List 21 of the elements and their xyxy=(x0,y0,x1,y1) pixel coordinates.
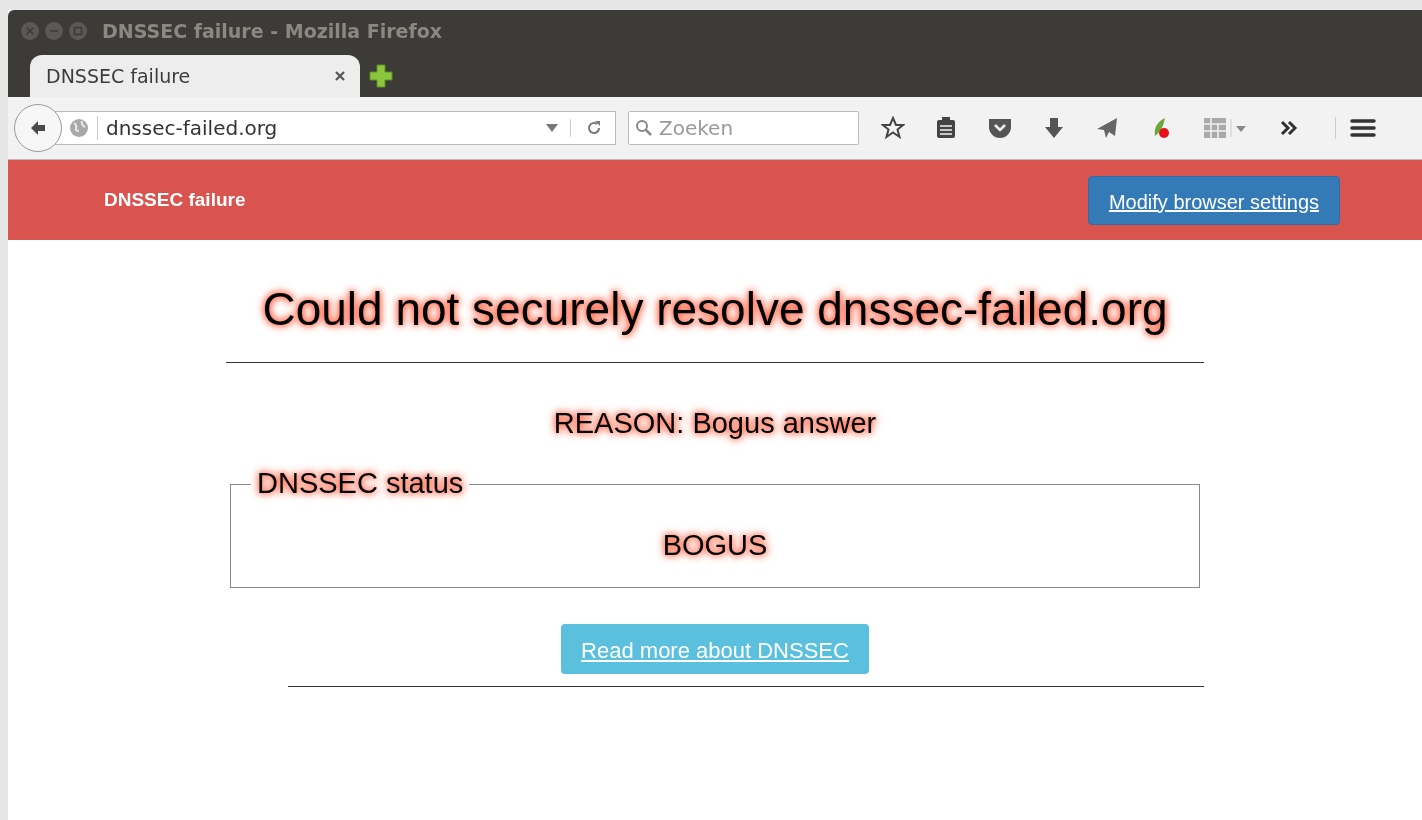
clipboard-icon[interactable] xyxy=(935,116,957,140)
browser-tab[interactable]: DNSSEC failure xyxy=(30,55,360,97)
download-icon[interactable] xyxy=(1043,116,1065,140)
globe-icon xyxy=(69,118,89,138)
menu-icon[interactable] xyxy=(1335,117,1376,139)
page-title: DNSSEC failure xyxy=(104,189,246,211)
grid-icon[interactable] xyxy=(1203,116,1249,140)
dropdown-icon[interactable] xyxy=(546,124,558,132)
back-button[interactable] xyxy=(14,104,62,152)
window-title: DNSSEC failure - Mozilla Firefox xyxy=(102,20,443,42)
search-field[interactable]: Zoeken xyxy=(628,111,859,145)
close-tab-icon[interactable] xyxy=(334,70,346,82)
error-heading: Could not securely resolve dnssec-failed.org xyxy=(262,282,1168,336)
pocket-icon[interactable] xyxy=(987,117,1013,139)
reason-text: REASON: Bogus answer xyxy=(553,407,877,440)
settings-button[interactable]: Modify browser settings xyxy=(1087,175,1340,225)
status-value: BOGUS xyxy=(662,528,768,562)
paper-plane-icon[interactable] xyxy=(1095,116,1119,140)
star-icon[interactable] xyxy=(881,116,905,140)
overflow-icon[interactable] xyxy=(1279,118,1299,138)
new-tab-icon[interactable] xyxy=(368,63,394,89)
